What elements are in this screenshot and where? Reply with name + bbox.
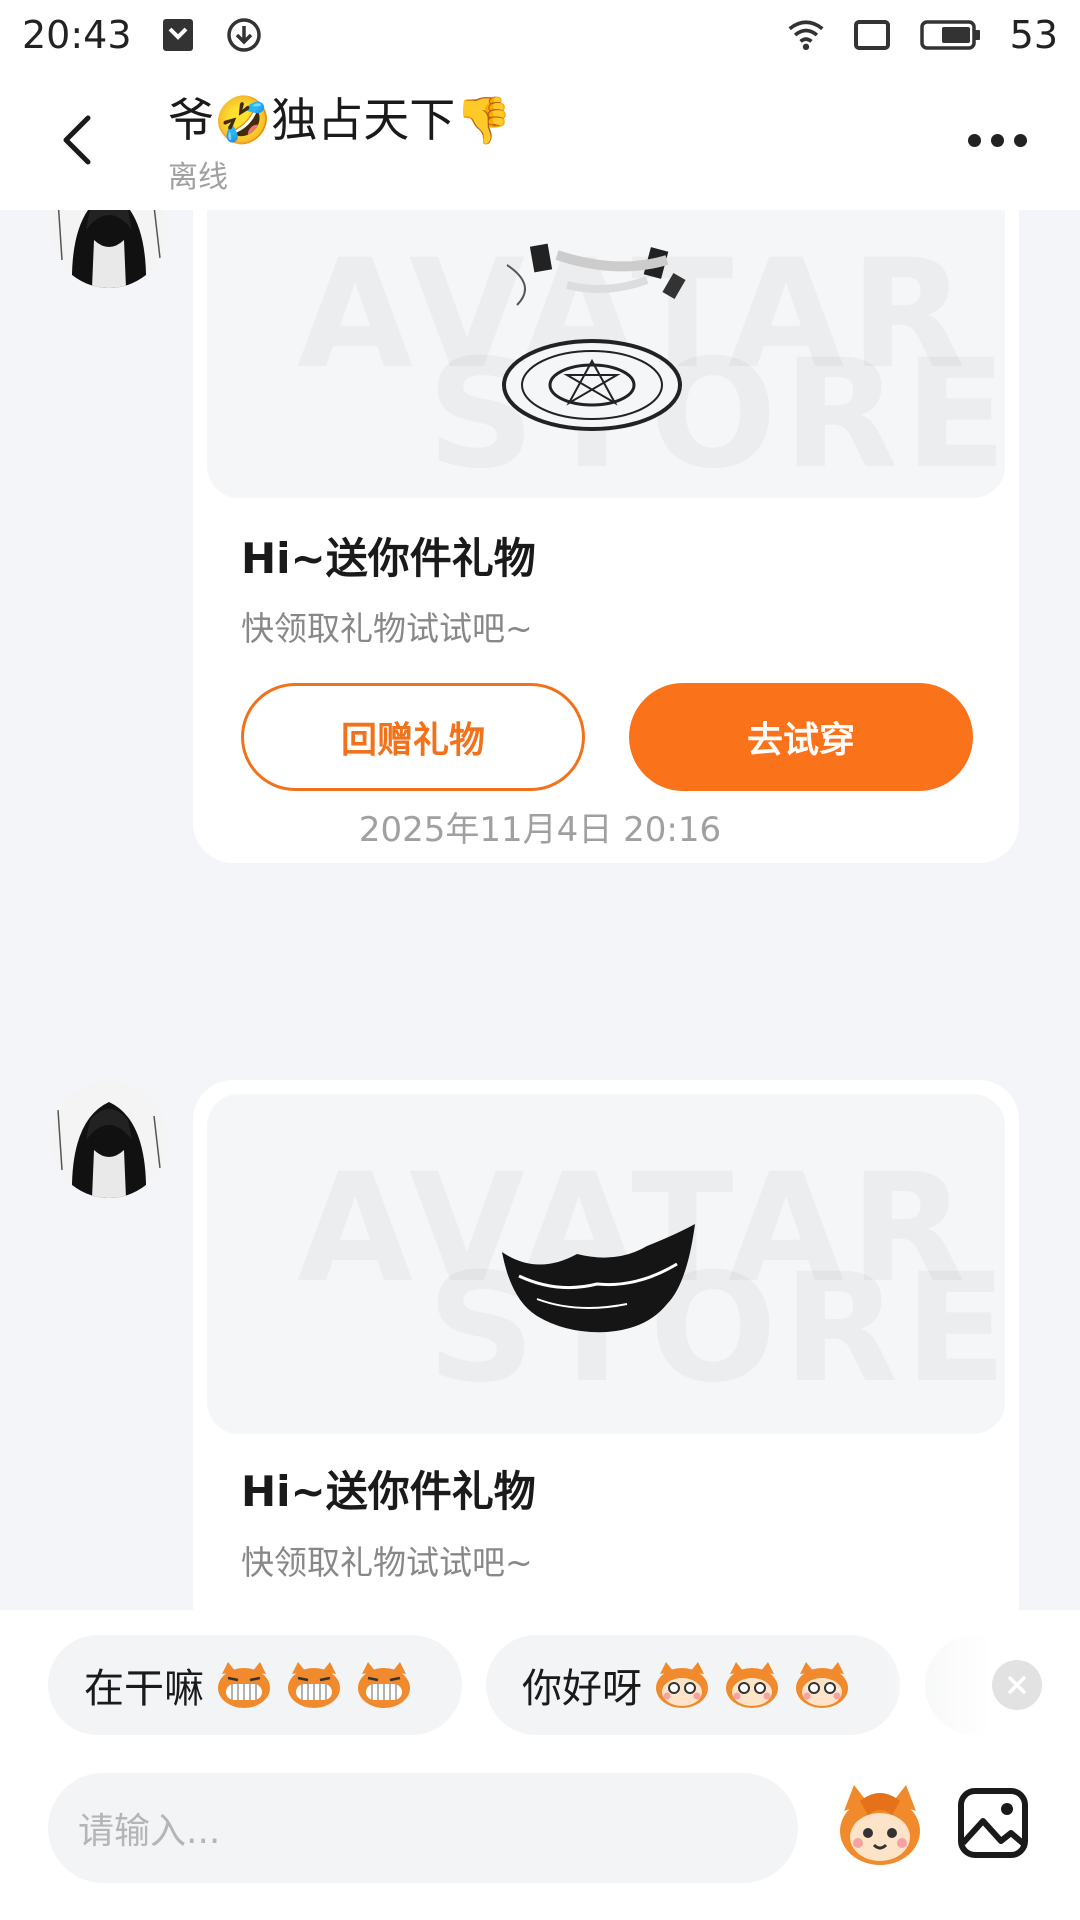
image-icon[interactable] <box>955 1785 1035 1865</box>
gift-card: AVATAR STORE Hi~送你件礼物 快领取礼物试试吧~ 回赠礼 <box>193 210 1019 863</box>
message-list[interactable]: AVATAR STORE Hi~送你件礼物 快领取礼物试试吧~ 回赠礼 <box>0 210 1080 1610</box>
status-bar: 20:43 53 <box>0 0 1080 70</box>
blushing-mascot-icon <box>652 1660 712 1710</box>
contact-name: 爷🤣独占天下👎 <box>168 93 513 147</box>
wifi-icon <box>786 15 826 55</box>
mascot-emoji-icon[interactable] <box>830 1775 930 1875</box>
sender-avatar[interactable] <box>50 210 168 288</box>
battery-icon <box>918 15 984 55</box>
back-icon[interactable] <box>50 110 110 170</box>
more-icon[interactable] <box>968 122 1028 158</box>
blushing-mascot-icon <box>792 1660 852 1710</box>
gift-preview[interactable]: AVATAR STORE <box>207 1094 1005 1434</box>
fade-overlay <box>880 1635 1080 1735</box>
teeth-grin-item-icon <box>497 1224 697 1348</box>
gift-preview[interactable]: AVATAR STORE <box>207 210 1005 498</box>
grinning-mascot-icon <box>214 1660 274 1710</box>
quick-reply-chip[interactable]: 在干嘛 <box>48 1635 462 1735</box>
try-on-button[interactable]: 去试穿 <box>629 683 973 791</box>
composer-area: 在干嘛 你好呀 请输入... <box>0 1610 1080 1920</box>
contact-status: 离线 <box>168 160 228 195</box>
gift-card: AVATAR STORE Hi~送你件礼物 快领取礼物试试吧~ <box>193 1080 1019 1610</box>
sender-avatar[interactable] <box>50 1080 168 1198</box>
status-time: 20:43 <box>22 13 132 57</box>
grinning-mascot-icon <box>284 1660 344 1710</box>
screen-icon <box>852 15 892 55</box>
chat-header: 爷🤣独占天下👎 离线 <box>0 70 1080 210</box>
gift-subtitle: 快领取礼物试试吧~ <box>241 1543 533 1582</box>
message-input[interactable]: 请输入... <box>48 1773 798 1883</box>
grinning-mascot-icon <box>354 1660 414 1710</box>
gift-title: Hi~送你件礼物 <box>241 1467 536 1516</box>
magic-circle-item-icon <box>477 235 707 439</box>
quick-reply-chip[interactable]: 你好呀 <box>486 1635 900 1735</box>
gift-title: Hi~送你件礼物 <box>241 534 536 583</box>
gift-subtitle: 快领取礼物试试吧~ <box>241 609 533 648</box>
download-icon <box>224 15 264 55</box>
quick-reply-text: 在干嘛 <box>84 1666 204 1712</box>
quick-reply-bar[interactable]: 在干嘛 你好呀 <box>0 1635 1080 1735</box>
battery-level: 53 <box>1009 13 1058 57</box>
blushing-mascot-icon <box>722 1660 782 1710</box>
close-icon[interactable] <box>992 1660 1042 1710</box>
quick-reply-text: 你好呀 <box>522 1666 642 1712</box>
return-gift-button[interactable]: 回赠礼物 <box>241 683 585 791</box>
message-timestamp: 2025年11月4日 20:16 <box>358 810 722 850</box>
shield-icon <box>158 15 198 55</box>
